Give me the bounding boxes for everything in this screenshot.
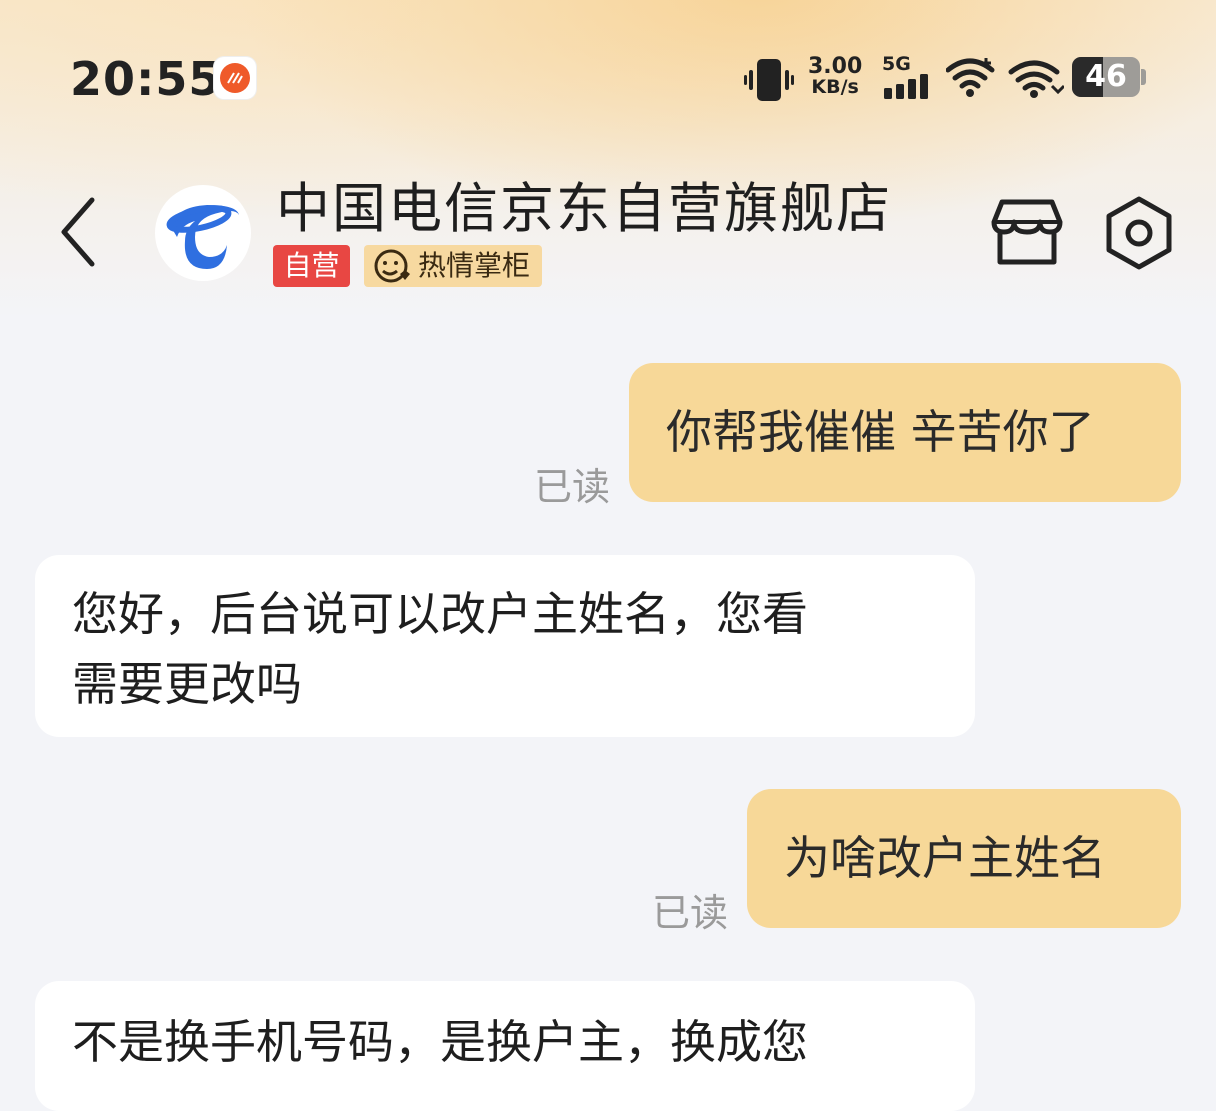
app-notification-icon [214, 57, 256, 99]
message-text: 为啥改户主姓名 [784, 831, 1106, 885]
vibrate-icon [744, 59, 794, 101]
network-type: 5G [882, 53, 911, 75]
message-text: 你帮我催催 辛苦你了 [666, 405, 1095, 459]
host-tag: 热情掌柜 [364, 245, 543, 287]
read-status: 已读 [652, 891, 729, 935]
status-bar: 20:55 3.00 KB/s 5G 46 [0, 0, 1216, 150]
settings-icon[interactable] [1104, 196, 1174, 270]
battery-tip [1141, 69, 1146, 85]
battery-icon: 46 [1072, 57, 1140, 97]
battery-level: 46 [1085, 59, 1127, 94]
message-text-line: 您好，后台说可以改户主姓名，您看 [72, 587, 808, 641]
network-speed-value: 3.00 [808, 54, 863, 79]
network-speed: 3.00 KB/s [808, 56, 862, 98]
cellular-signal-icon: 5G [882, 54, 934, 100]
message-text-line: 不是换手机号码，是换户主，换成您 [72, 1015, 808, 1069]
wifi-icon [1008, 60, 1064, 98]
china-telecom-logo-icon [166, 205, 239, 269]
host-tag-label: 热情掌柜 [418, 249, 531, 282]
status-time: 20:55 [70, 52, 222, 106]
message-text-line: 需要更改吗 [72, 657, 302, 711]
message-bubble-outgoing[interactable]: 为啥改户主姓名 [747, 789, 1181, 928]
shop-avatar[interactable] [155, 185, 251, 281]
self-operated-tag: 自营 [273, 245, 350, 287]
smile-face-icon [374, 249, 410, 283]
shop-name: 中国电信京东自营旗舰店 [276, 177, 892, 240]
read-status: 已读 [534, 465, 611, 509]
back-icon[interactable] [56, 196, 100, 268]
wifi-plus-icon [946, 58, 995, 97]
message-bubble-outgoing[interactable]: 你帮我催催 辛苦你了 [629, 363, 1181, 502]
message-bubble-incoming[interactable]: 您好，后台说可以改户主姓名，您看 需要更改吗 [35, 555, 975, 737]
network-speed-unit: KB/s [811, 76, 859, 98]
store-icon[interactable] [990, 196, 1064, 268]
message-bubble-incoming[interactable]: 不是换手机号码，是换户主，换成您 [35, 981, 975, 1111]
